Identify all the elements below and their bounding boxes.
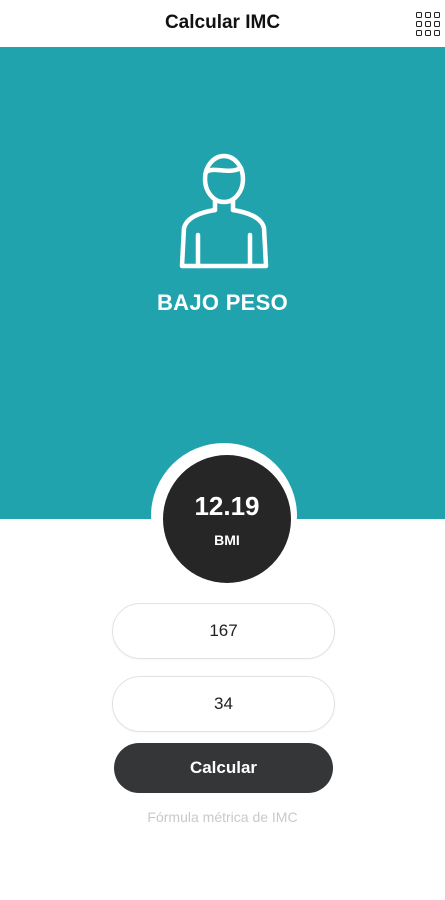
bmi-value: 12.19 <box>194 491 260 521</box>
formula-link[interactable]: Fórmula métrica de IMC <box>0 809 445 825</box>
top-bar: Calcular IMC <box>0 0 445 47</box>
calculate-button[interactable]: Calcular <box>114 743 333 793</box>
page-title: Calcular IMC <box>164 12 281 33</box>
height-field[interactable] <box>112 603 335 659</box>
weight-field[interactable] <box>112 676 335 732</box>
grid-icon[interactable] <box>416 12 440 36</box>
bmi-status-label: BAJO PESO <box>156 290 289 315</box>
bmi-result-circle: 12.19 BMI <box>163 455 291 583</box>
person-icon <box>179 153 269 269</box>
app-screen: Calcular IMC BAJO PESO 12.19 BMI 167 34 … <box>0 0 445 900</box>
bmi-unit-label: BMI <box>214 532 240 548</box>
